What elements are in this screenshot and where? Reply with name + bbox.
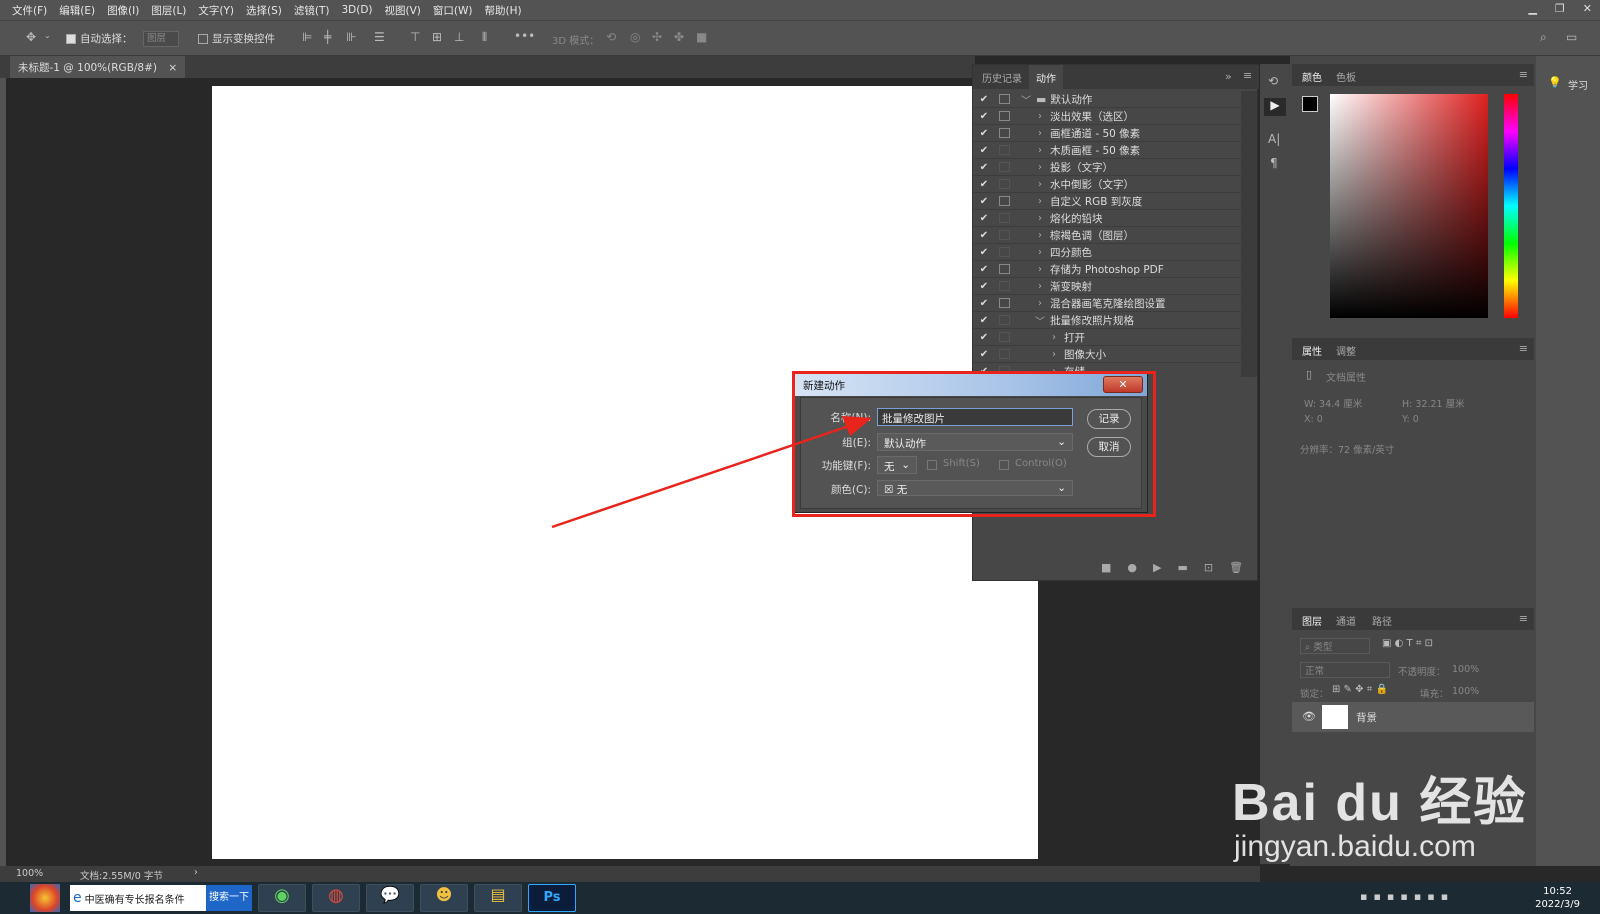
chrome-icon[interactable]: ◍: [312, 884, 360, 912]
photoshop-icon[interactable]: Ps: [528, 884, 576, 912]
watermark-brand: Bai du 经验: [1232, 774, 1528, 832]
qq-icon[interactable]: ☻: [420, 884, 468, 912]
system-tray-icons[interactable]: ▪▪▪▪▪▪▪: [1360, 890, 1454, 903]
baidu-watermark: Bai du 经验 jingyan.baidu.com: [1230, 740, 1570, 880]
watermark-url: jingyan.baidu.com: [1234, 830, 1476, 863]
clock[interactable]: 10:52 2022/3/9: [1535, 885, 1580, 911]
app-360-icon[interactable]: ◉: [258, 884, 306, 912]
app-logo-icon[interactable]: [30, 884, 60, 912]
file-explorer-icon[interactable]: ▤: [474, 884, 522, 912]
wechat-icon[interactable]: 💬: [366, 884, 414, 912]
taskbar: e 中医确有专长报名条件 搜索一下 ◉ ◍ 💬 ☻ ▤ Ps ▪▪▪▪▪▪▪ 1…: [0, 882, 1600, 914]
search-button[interactable]: 搜索一下: [206, 885, 252, 911]
ie-icon: e: [73, 890, 82, 906]
